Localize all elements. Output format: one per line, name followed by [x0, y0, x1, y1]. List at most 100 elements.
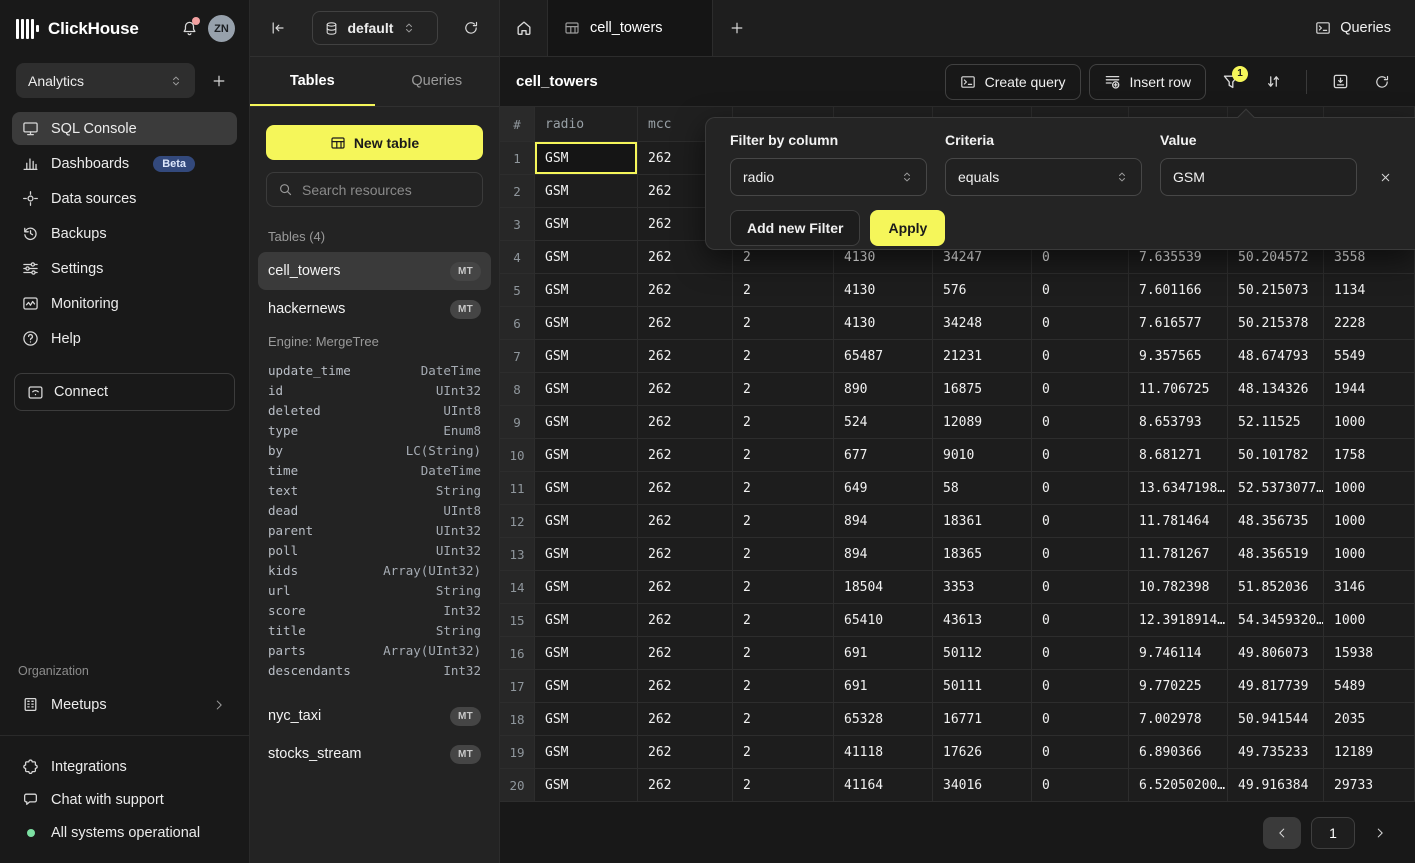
table-cell[interactable]: 0	[1032, 274, 1129, 307]
table-cell[interactable]: 262	[638, 571, 733, 604]
table-cell[interactable]: 691	[834, 670, 933, 703]
table-cell[interactable]: 18504	[834, 571, 933, 604]
table-cell[interactable]: 49.806073	[1228, 637, 1324, 670]
table-cell[interactable]: 51.852036	[1228, 571, 1324, 604]
table-cell[interactable]: 262	[638, 703, 733, 736]
table-cell[interactable]: 49.817739	[1228, 670, 1324, 703]
table-cell[interactable]: 0	[1032, 571, 1129, 604]
table-cell[interactable]: GSM	[535, 505, 638, 538]
filter-criteria-select[interactable]: equals	[945, 158, 1142, 196]
sort-button[interactable]	[1256, 65, 1290, 99]
table-cell[interactable]: 0	[1032, 439, 1129, 472]
notifications-button[interactable]	[181, 20, 198, 37]
table-cell[interactable]: 2	[733, 703, 834, 736]
table-cell[interactable]: 50112	[933, 637, 1032, 670]
table-cell[interactable]: 41164	[834, 769, 933, 802]
table-cell[interactable]: 1000	[1324, 472, 1415, 505]
table-cell[interactable]: 691	[834, 637, 933, 670]
table-cell[interactable]: 262	[638, 406, 733, 439]
table-cell[interactable]: 2	[733, 571, 834, 604]
avatar[interactable]: ZN	[208, 15, 235, 42]
table-cell[interactable]: 9010	[933, 439, 1032, 472]
queries-button[interactable]: Queries	[1291, 0, 1415, 56]
remove-filter-button[interactable]	[1379, 158, 1392, 196]
table-cell[interactable]: 3146	[1324, 571, 1415, 604]
table-cell[interactable]: 50111	[933, 670, 1032, 703]
table-cell[interactable]: 262	[638, 505, 733, 538]
sidebar-item-backups[interactable]: Backups	[12, 217, 237, 250]
table-cell[interactable]: 262	[638, 439, 733, 472]
table-cell[interactable]: 50.215073	[1228, 274, 1324, 307]
table-cell[interactable]: 41118	[834, 736, 933, 769]
footer-item-integrations[interactable]: Integrations	[12, 752, 237, 781]
table-cell[interactable]: 0	[1032, 736, 1129, 769]
table-cell[interactable]: 48.356735	[1228, 505, 1324, 538]
insert-row-button[interactable]: Insert row	[1089, 64, 1206, 100]
table-cell[interactable]: 9.770225	[1129, 670, 1228, 703]
sidebar-item-help[interactable]: Help	[12, 322, 237, 355]
table-cell[interactable]: GSM	[535, 274, 638, 307]
selected-cell[interactable]: GSM	[535, 142, 638, 175]
table-cell[interactable]: 524	[834, 406, 933, 439]
table-cell[interactable]: GSM	[535, 307, 638, 340]
table-cell[interactable]: 2	[733, 505, 834, 538]
search-resources-input[interactable]: Search resources	[266, 172, 483, 207]
table-cell[interactable]: 7.002978	[1129, 703, 1228, 736]
table-cell[interactable]: 0	[1032, 472, 1129, 505]
sidebar-item-data-sources[interactable]: Data sources	[12, 182, 237, 215]
table-cell[interactable]: 12.3918914…	[1129, 604, 1228, 637]
table-cell[interactable]: 11.781267	[1129, 538, 1228, 571]
table-cell[interactable]: 52.11525	[1228, 406, 1324, 439]
table-cell[interactable]: 11.781464	[1129, 505, 1228, 538]
table-cell[interactable]: 1000	[1324, 604, 1415, 637]
table-cell[interactable]: GSM	[535, 604, 638, 637]
create-query-button[interactable]: Create query	[945, 64, 1081, 100]
sidebar-item-settings[interactable]: Settings	[12, 252, 237, 285]
table-cell[interactable]: 3353	[933, 571, 1032, 604]
table-cell[interactable]: 0	[1032, 670, 1129, 703]
table-cell[interactable]: 16771	[933, 703, 1032, 736]
table-cell[interactable]: 262	[638, 307, 733, 340]
table-cell[interactable]: 50.215378	[1228, 307, 1324, 340]
table-cell[interactable]: 49.916384	[1228, 769, 1324, 802]
table-cell[interactable]: 2	[733, 670, 834, 703]
table-cell[interactable]: 17626	[933, 736, 1032, 769]
table-cell[interactable]: 8.681271	[1129, 439, 1228, 472]
table-cell[interactable]: 262	[638, 274, 733, 307]
table-cell[interactable]: GSM	[535, 571, 638, 604]
table-cell[interactable]: 2035	[1324, 703, 1415, 736]
table-cell[interactable]: 6.52050200…	[1129, 769, 1228, 802]
tab-queries[interactable]: Queries	[375, 57, 500, 106]
table-cell[interactable]: GSM	[535, 703, 638, 736]
table-cell[interactable]: 49.735233	[1228, 736, 1324, 769]
table-cell[interactable]: 13.6347198…	[1129, 472, 1228, 505]
prev-page-button[interactable]	[1263, 817, 1301, 849]
table-cell[interactable]: 48.356519	[1228, 538, 1324, 571]
table-cell[interactable]: 65410	[834, 604, 933, 637]
table-cell[interactable]: 0	[1032, 373, 1129, 406]
table-cell[interactable]: 649	[834, 472, 933, 505]
table-cell[interactable]: 0	[1032, 538, 1129, 571]
footer-item-all-systems-operational[interactable]: All systems operational	[12, 818, 237, 847]
table-cell[interactable]: 2	[733, 604, 834, 637]
table-cell[interactable]: 262	[638, 472, 733, 505]
table-cell[interactable]: GSM	[535, 208, 638, 241]
table-cell[interactable]: 21231	[933, 340, 1032, 373]
table-cell[interactable]: 15938	[1324, 637, 1415, 670]
table-cell[interactable]: 1134	[1324, 274, 1415, 307]
table-cell[interactable]: 7.616577	[1129, 307, 1228, 340]
table-cell[interactable]: 0	[1032, 604, 1129, 637]
table-cell[interactable]: 576	[933, 274, 1032, 307]
table-cell[interactable]: 10.782398	[1129, 571, 1228, 604]
home-button[interactable]	[500, 0, 547, 56]
table-cell[interactable]: 894	[834, 538, 933, 571]
table-cell[interactable]: 2	[733, 736, 834, 769]
table-cell[interactable]: 262	[638, 604, 733, 637]
table-cell[interactable]: GSM	[535, 439, 638, 472]
connect-button[interactable]: Connect	[14, 373, 235, 411]
table-cell[interactable]: 5549	[1324, 340, 1415, 373]
table-cell[interactable]: 58	[933, 472, 1032, 505]
download-button[interactable]	[1323, 65, 1357, 99]
table-cell[interactable]: 65487	[834, 340, 933, 373]
table-cell[interactable]: GSM	[535, 538, 638, 571]
